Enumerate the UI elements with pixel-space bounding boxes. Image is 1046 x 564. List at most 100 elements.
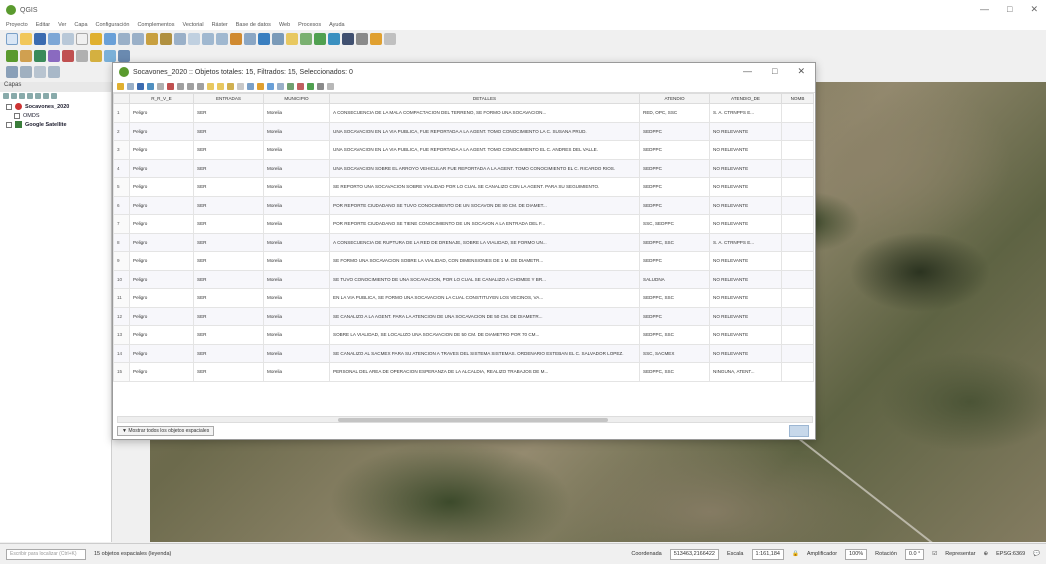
- digitize-icon[interactable]: [76, 50, 88, 62]
- open-folder-icon[interactable]: [20, 33, 32, 45]
- table-cell[interactable]: [781, 195, 814, 215]
- table-cell[interactable]: Morelia: [263, 362, 330, 382]
- column-header[interactable]: DETALLES: [329, 93, 640, 104]
- column-header[interactable]: ATENDIO: [639, 93, 710, 104]
- table-cell[interactable]: SALUDNA: [639, 269, 710, 289]
- table-cell[interactable]: SSC, SEDPPC: [639, 214, 710, 234]
- table-cell[interactable]: Morelia: [263, 214, 330, 234]
- table-cell[interactable]: NO RELEVANTE: [709, 325, 782, 345]
- table-cell[interactable]: [781, 158, 814, 178]
- table-cell[interactable]: SEDPPC, SSC: [639, 362, 710, 382]
- corner-header[interactable]: [113, 93, 130, 104]
- table-cell[interactable]: SEDPPC: [639, 158, 710, 178]
- table-cell[interactable]: Morelia: [263, 325, 330, 345]
- add-vector-icon[interactable]: [34, 50, 46, 62]
- row-number[interactable]: 3: [113, 140, 130, 160]
- table-cell[interactable]: SER: [193, 288, 264, 308]
- row-number[interactable]: 12: [113, 306, 130, 326]
- table-cell[interactable]: SEDPPC, SSC: [639, 232, 710, 252]
- table-cell[interactable]: Morelia: [263, 269, 330, 289]
- table-cell[interactable]: NO RELEVANTE: [709, 140, 782, 160]
- table-cell[interactable]: SER: [193, 306, 264, 326]
- table-cell[interactable]: SER: [193, 251, 264, 271]
- row-number[interactable]: 9: [113, 251, 130, 271]
- copy-icon[interactable]: [187, 83, 194, 90]
- layer-checkbox-icon[interactable]: [14, 112, 20, 119]
- table-cell[interactable]: S. A. CTRNPPS E...: [709, 103, 782, 123]
- table-row[interactable]: 5 Peligro SER Morelia SE REPORTO UNA SOC…: [113, 177, 814, 197]
- delete-field-icon[interactable]: [297, 83, 304, 90]
- add-postgis-icon[interactable]: [62, 50, 74, 62]
- table-cell[interactable]: [781, 362, 814, 382]
- table-cell[interactable]: Morelia: [263, 103, 330, 123]
- layer-item-google-satellite[interactable]: Google Satellite: [0, 120, 111, 129]
- data-source-manager-icon[interactable]: [6, 50, 18, 62]
- table-cell[interactable]: Peligro: [129, 121, 194, 141]
- dialog-minimize-button[interactable]: —: [743, 66, 752, 77]
- table-cell[interactable]: A CONSECUENCIA DE RUPTURA DE LA RED DE D…: [329, 232, 640, 252]
- lock-icon[interactable]: 🔒: [792, 551, 799, 557]
- add-group-icon[interactable]: [11, 93, 17, 99]
- save-icon[interactable]: [34, 33, 46, 45]
- show-all-features-button[interactable]: ▼ Mostrar todos los objetos espaciales: [117, 426, 215, 436]
- dialog-close-button[interactable]: ✕: [797, 66, 805, 77]
- pan-to-selection-icon[interactable]: [104, 33, 116, 45]
- table-cell[interactable]: SER: [193, 121, 264, 141]
- table-cell[interactable]: NO RELEVANTE: [709, 251, 782, 271]
- table-cell[interactable]: Morelia: [263, 121, 330, 141]
- reload-icon[interactable]: [147, 83, 154, 90]
- table-cell[interactable]: NO RELEVANTE: [709, 269, 782, 289]
- zoom-selection-icon[interactable]: [160, 33, 172, 45]
- table-cell[interactable]: Morelia: [263, 288, 330, 308]
- table-row[interactable]: 10 Peligro SER Morelia SE TUVO CONOCIMIE…: [113, 269, 814, 289]
- table-cell[interactable]: Peligro: [129, 158, 194, 178]
- table-cell[interactable]: [781, 251, 814, 271]
- table-cell[interactable]: SER: [193, 325, 264, 345]
- menu-plugins[interactable]: Complementos: [137, 22, 174, 28]
- table-cell[interactable]: SER: [193, 214, 264, 234]
- row-number[interactable]: 2: [113, 121, 130, 141]
- table-cell[interactable]: SE CANALIZO A LA AGENT. PARA LA ATENCION…: [329, 306, 640, 326]
- table-cell[interactable]: NO RELEVANTE: [709, 288, 782, 308]
- column-header[interactable]: ATENDIO_DE: [709, 93, 782, 104]
- invert-selection-icon[interactable]: [227, 83, 234, 90]
- table-view-toggle-button[interactable]: [789, 425, 809, 437]
- table-cell[interactable]: Peligro: [129, 140, 194, 160]
- table-cell[interactable]: Morelia: [263, 306, 330, 326]
- filter-select-icon[interactable]: [247, 83, 254, 90]
- table-cell[interactable]: SEDPPC: [639, 251, 710, 271]
- table-cell[interactable]: Morelia: [263, 195, 330, 215]
- layout-manager-icon[interactable]: [76, 33, 88, 45]
- table-cell[interactable]: SEDPPC, SSC: [639, 325, 710, 345]
- crs-label[interactable]: EPSG:6369: [996, 551, 1025, 557]
- field-calculator-icon[interactable]: [307, 83, 314, 90]
- table-cell[interactable]: Morelia: [263, 343, 330, 363]
- column-header[interactable]: ENTRADAS: [193, 93, 264, 104]
- table-cell[interactable]: POR REPORTE CIUDADANO SE TIENE CONOCIMIE…: [329, 214, 640, 234]
- layer-checkbox-checked-icon[interactable]: [6, 103, 12, 110]
- table-row[interactable]: 8 Peligro SER Morelia A CONSECUENCIA DE …: [113, 232, 814, 252]
- text-annotation-icon[interactable]: [356, 33, 368, 45]
- table-cell[interactable]: Morelia: [263, 158, 330, 178]
- row-number[interactable]: 14: [113, 343, 130, 363]
- menu-raster[interactable]: Ráster: [212, 22, 228, 28]
- table-cell[interactable]: SEDPPC: [639, 195, 710, 215]
- table-cell[interactable]: Peligro: [129, 232, 194, 252]
- open-styling-icon[interactable]: [3, 93, 9, 99]
- table-cell[interactable]: NO RELEVANTE: [709, 343, 782, 363]
- dialog-maximize-button[interactable]: □: [772, 66, 777, 77]
- row-number[interactable]: 1: [113, 103, 130, 123]
- table-cell[interactable]: EN LA VIA PUBLICA, SE FORMO UNA SOCAVACI…: [329, 288, 640, 308]
- zoom-map-to-selected-icon[interactable]: [277, 83, 284, 90]
- menu-web[interactable]: Web: [279, 22, 290, 28]
- add-feature-icon[interactable]: [157, 83, 164, 90]
- table-cell[interactable]: [781, 232, 814, 252]
- table-cell[interactable]: UNA SOCAVACION EN LA VIA PUBLICA, FUE RE…: [329, 140, 640, 160]
- bookmark-icon[interactable]: [244, 33, 256, 45]
- field-calc-icon[interactable]: [314, 33, 326, 45]
- table-row[interactable]: 1 Peligro SER Morelia A CONSECUENCIA DE …: [113, 103, 814, 123]
- zoom-in-icon[interactable]: [118, 33, 130, 45]
- table-cell[interactable]: Peligro: [129, 195, 194, 215]
- table-cell[interactable]: NO RELEVANTE: [709, 121, 782, 141]
- table-cell[interactable]: NO RELEVANTE: [709, 214, 782, 234]
